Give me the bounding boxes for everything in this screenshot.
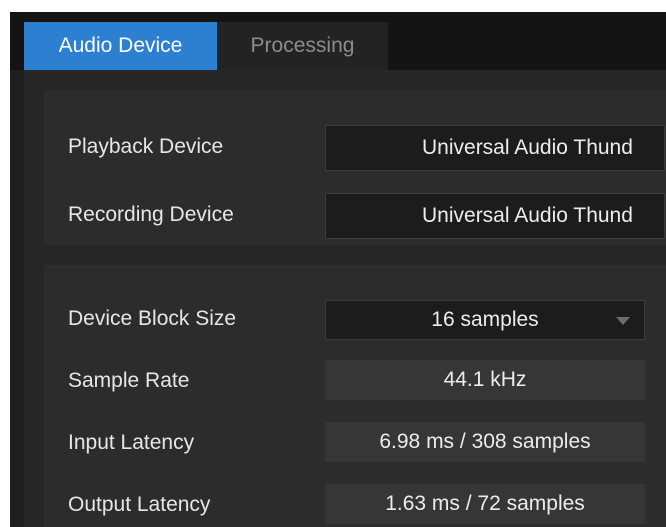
tab-audio-device[interactable]: Audio Device xyxy=(24,22,217,70)
block-size-label: Device Block Size xyxy=(68,307,237,330)
sample-rate-label: Sample Rate xyxy=(68,369,190,392)
block-size-value: 16 samples xyxy=(431,308,539,331)
settings-panel: Device Block Size 16 samples Sample Rate… xyxy=(44,265,666,527)
block-size-dropdown[interactable]: 16 samples xyxy=(325,300,645,340)
tab-bar: Audio Device Processing xyxy=(10,12,666,70)
chevron-down-icon xyxy=(616,317,630,325)
sample-rate-value: 44.1 kHz xyxy=(325,360,645,400)
recording-device-select[interactable]: Universal Audio Thund xyxy=(325,193,665,239)
output-latency-value: 1.63 ms / 72 samples xyxy=(325,484,645,524)
recording-device-label: Recording Device xyxy=(68,203,234,226)
audio-setup-window: Audio Device Processing Playback Device … xyxy=(10,12,666,527)
output-latency-label: Output Latency xyxy=(68,493,211,516)
playback-device-label: Playback Device xyxy=(68,135,224,158)
audio-device-content: Playback Device Universal Audio Thund Re… xyxy=(24,70,666,527)
tab-processing[interactable]: Processing xyxy=(217,22,388,70)
input-latency-value: 6.98 ms / 308 samples xyxy=(325,422,645,462)
playback-device-select[interactable]: Universal Audio Thund xyxy=(325,125,665,171)
device-panel: Playback Device Universal Audio Thund Re… xyxy=(44,90,666,245)
input-latency-label: Input Latency xyxy=(68,431,195,454)
